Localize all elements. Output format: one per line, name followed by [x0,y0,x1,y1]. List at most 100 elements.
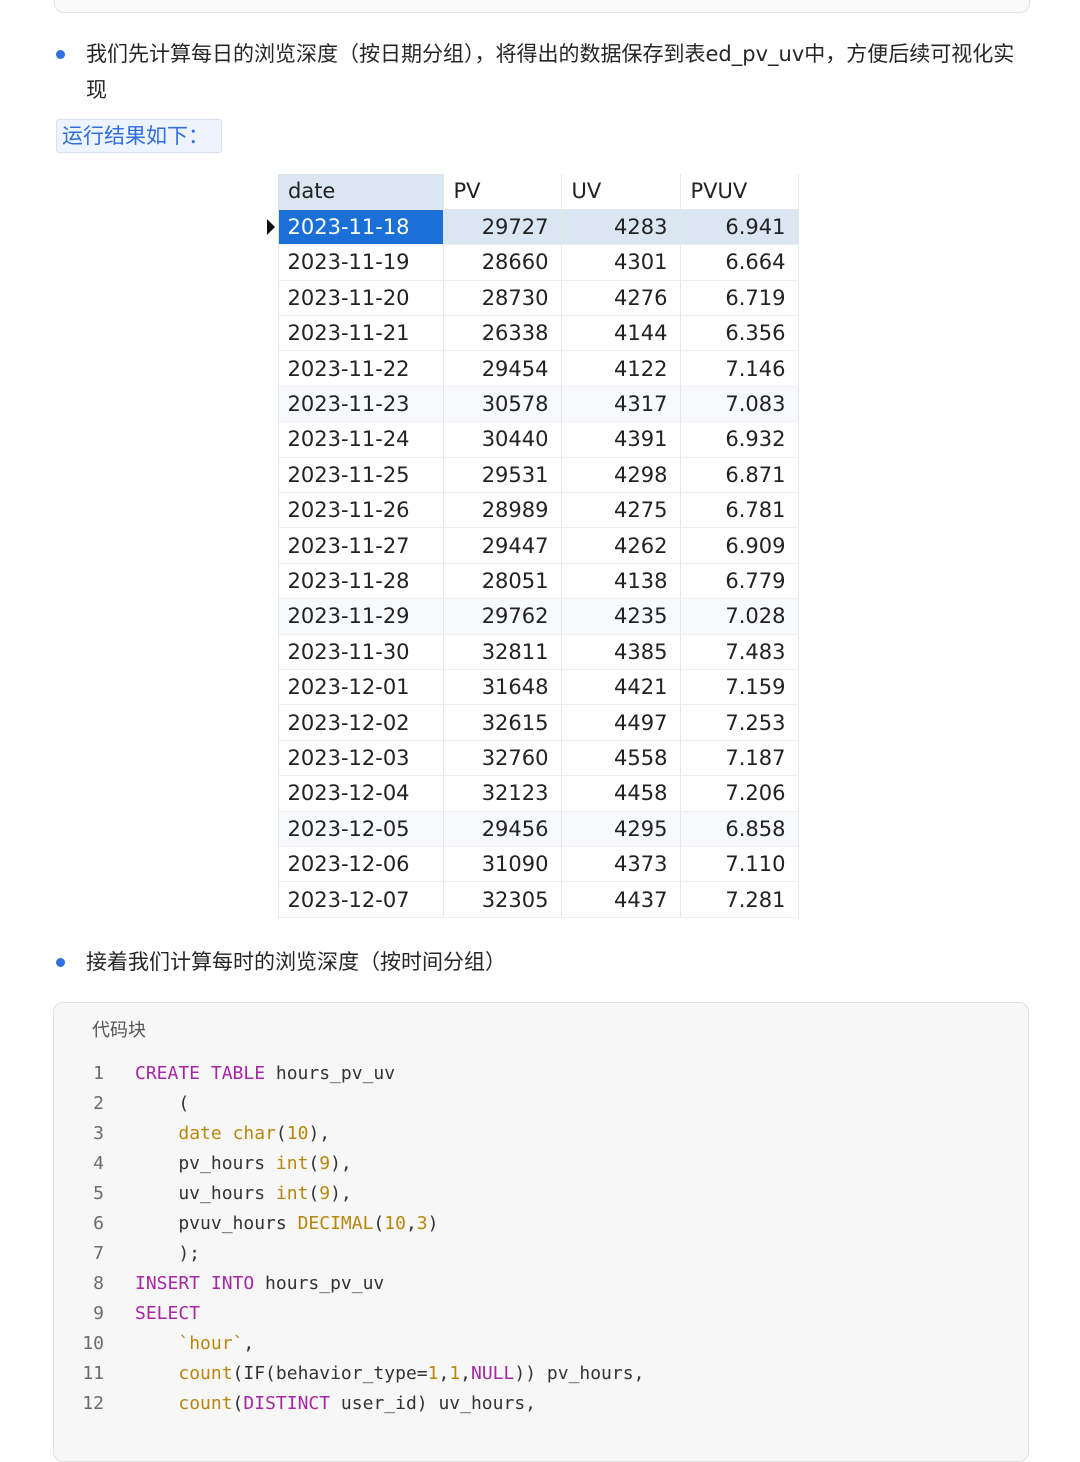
cell-pv[interactable]: 32615 [443,704,562,741]
cell-date[interactable]: 2023-11-30 [278,634,444,670]
cell-date[interactable]: 2023-12-02 [278,704,444,741]
cell-uv[interactable]: 4497 [561,704,681,741]
cell-pvuv[interactable]: 7.028 [680,598,799,635]
table-row[interactable]: 2023-12-05 29456 4295 6.858 [262,811,799,847]
row-indicator[interactable] [262,704,279,741]
cell-uv[interactable]: 4317 [561,386,681,423]
table-row[interactable]: 2023-11-23 30578 4317 7.083 [262,386,799,423]
cell-uv[interactable]: 4235 [561,598,681,635]
row-indicator[interactable] [262,634,279,670]
row-indicator[interactable] [262,315,279,351]
table-row[interactable]: 2023-11-21 26338 4144 6.356 [262,315,799,352]
cell-uv[interactable]: 4385 [561,634,681,670]
row-indicator[interactable] [262,386,279,422]
cell-pvuv[interactable]: 7.187 [680,740,799,777]
table-row[interactable]: 2023-11-25 29531 4298 6.871 [262,457,799,494]
cell-pvuv[interactable]: 6.858 [680,811,799,847]
cell-pv[interactable]: 29454 [443,350,562,387]
table-row[interactable]: 2023-11-28 28051 4138 6.779 [262,563,799,600]
cell-pv[interactable]: 29447 [443,527,562,564]
column-header-uv[interactable]: UV [561,174,681,210]
row-indicator[interactable] [262,563,279,599]
column-header-pvuv[interactable]: PVUV [680,174,799,210]
cell-pv[interactable]: 28051 [443,563,562,600]
cell-date[interactable]: 2023-11-25 [278,457,444,494]
row-indicator[interactable] [262,669,279,705]
table-row[interactable]: 2023-11-22 29454 4122 7.146 [262,350,799,387]
row-indicator[interactable] [262,811,279,847]
table-row[interactable]: 2023-12-02 32615 4497 7.253 [262,704,799,741]
cell-uv[interactable]: 4283 [561,209,681,246]
row-indicator[interactable] [262,421,279,458]
cell-pv[interactable]: 32811 [443,634,562,670]
cell-uv[interactable]: 4421 [561,669,681,706]
cell-pvuv[interactable]: 7.206 [680,775,799,812]
cell-pvuv[interactable]: 6.664 [680,244,799,281]
cell-uv[interactable]: 4144 [561,315,681,352]
cell-uv[interactable]: 4275 [561,492,681,529]
table-row[interactable]: 2023-11-18 29727 4283 6.941 [262,209,799,246]
row-indicator[interactable] [262,881,279,918]
cell-date[interactable]: 2023-11-22 [278,350,444,387]
cell-date[interactable]: 2023-11-28 [278,563,444,600]
cell-pv[interactable]: 28730 [443,280,562,317]
cell-pvuv[interactable]: 7.253 [680,704,799,741]
cell-pv[interactable]: 26338 [443,315,562,352]
cell-pv[interactable]: 29531 [443,457,562,494]
cell-pvuv[interactable]: 7.159 [680,669,799,706]
cell-pvuv[interactable]: 7.083 [680,386,799,423]
row-indicator[interactable] [262,775,279,812]
cell-date[interactable]: 2023-11-20 [278,280,444,317]
row-indicator[interactable] [262,846,279,882]
cell-uv[interactable]: 4391 [561,421,681,458]
cell-pvuv[interactable]: 7.146 [680,350,799,387]
cell-date[interactable]: 2023-12-01 [278,669,444,706]
cell-pv[interactable]: 29727 [443,209,562,246]
cell-pvuv[interactable]: 7.483 [680,634,799,670]
cell-pv[interactable]: 29762 [443,598,562,635]
row-indicator[interactable] [262,244,279,281]
table-row[interactable]: 2023-11-29 29762 4235 7.028 [262,598,799,635]
row-indicator[interactable] [262,457,279,493]
table-row[interactable]: 2023-12-04 32123 4458 7.206 [262,775,799,812]
cell-pv[interactable]: 30440 [443,421,562,458]
row-indicator[interactable] [262,740,279,776]
table-row[interactable]: 2023-11-19 28660 4301 6.664 [262,244,799,281]
cell-uv[interactable]: 4138 [561,563,681,600]
cell-date[interactable]: 2023-12-03 [278,740,444,777]
cell-date[interactable]: 2023-11-21 [278,315,444,352]
cell-date[interactable]: 2023-11-18 [278,209,444,246]
table-row[interactable]: 2023-11-20 28730 4276 6.719 [262,280,799,317]
table-row[interactable]: 2023-12-07 32305 4437 7.281 [262,881,799,918]
row-indicator[interactable] [262,209,279,245]
table-row[interactable]: 2023-12-03 32760 4558 7.187 [262,740,799,777]
table-row[interactable]: 2023-12-06 31090 4373 7.110 [262,846,799,883]
cell-date[interactable]: 2023-12-06 [278,846,444,883]
row-indicator[interactable] [262,492,279,528]
cell-pvuv[interactable]: 6.932 [680,421,799,458]
cell-pvuv[interactable]: 6.356 [680,315,799,352]
cell-pvuv[interactable]: 6.781 [680,492,799,529]
cell-pvuv[interactable]: 6.779 [680,563,799,600]
table-row[interactable]: 2023-11-27 29447 4262 6.909 [262,527,799,564]
cell-pv[interactable]: 29456 [443,811,562,847]
cell-pv[interactable]: 32760 [443,740,562,777]
cell-pv[interactable]: 31090 [443,846,562,883]
cell-pv[interactable]: 31648 [443,669,562,706]
cell-pv[interactable]: 30578 [443,386,562,423]
column-header-pv[interactable]: PV [443,174,562,210]
cell-date[interactable]: 2023-11-29 [278,598,444,635]
cell-date[interactable]: 2023-11-24 [278,421,444,458]
table-row[interactable]: 2023-12-01 31648 4421 7.159 [262,669,799,706]
cell-uv[interactable]: 4373 [561,846,681,883]
table-row[interactable]: 2023-11-30 32811 4385 7.483 [262,634,799,670]
cell-uv[interactable]: 4458 [561,775,681,812]
table-row[interactable]: 2023-11-26 28989 4275 6.781 [262,492,799,529]
cell-uv[interactable]: 4437 [561,881,681,918]
cell-date[interactable]: 2023-11-26 [278,492,444,529]
cell-pv[interactable]: 32305 [443,881,562,918]
cell-date[interactable]: 2023-11-19 [278,244,444,281]
cell-date[interactable]: 2023-12-07 [278,881,444,918]
cell-pvuv[interactable]: 6.941 [680,209,799,246]
cell-pv[interactable]: 28989 [443,492,562,529]
